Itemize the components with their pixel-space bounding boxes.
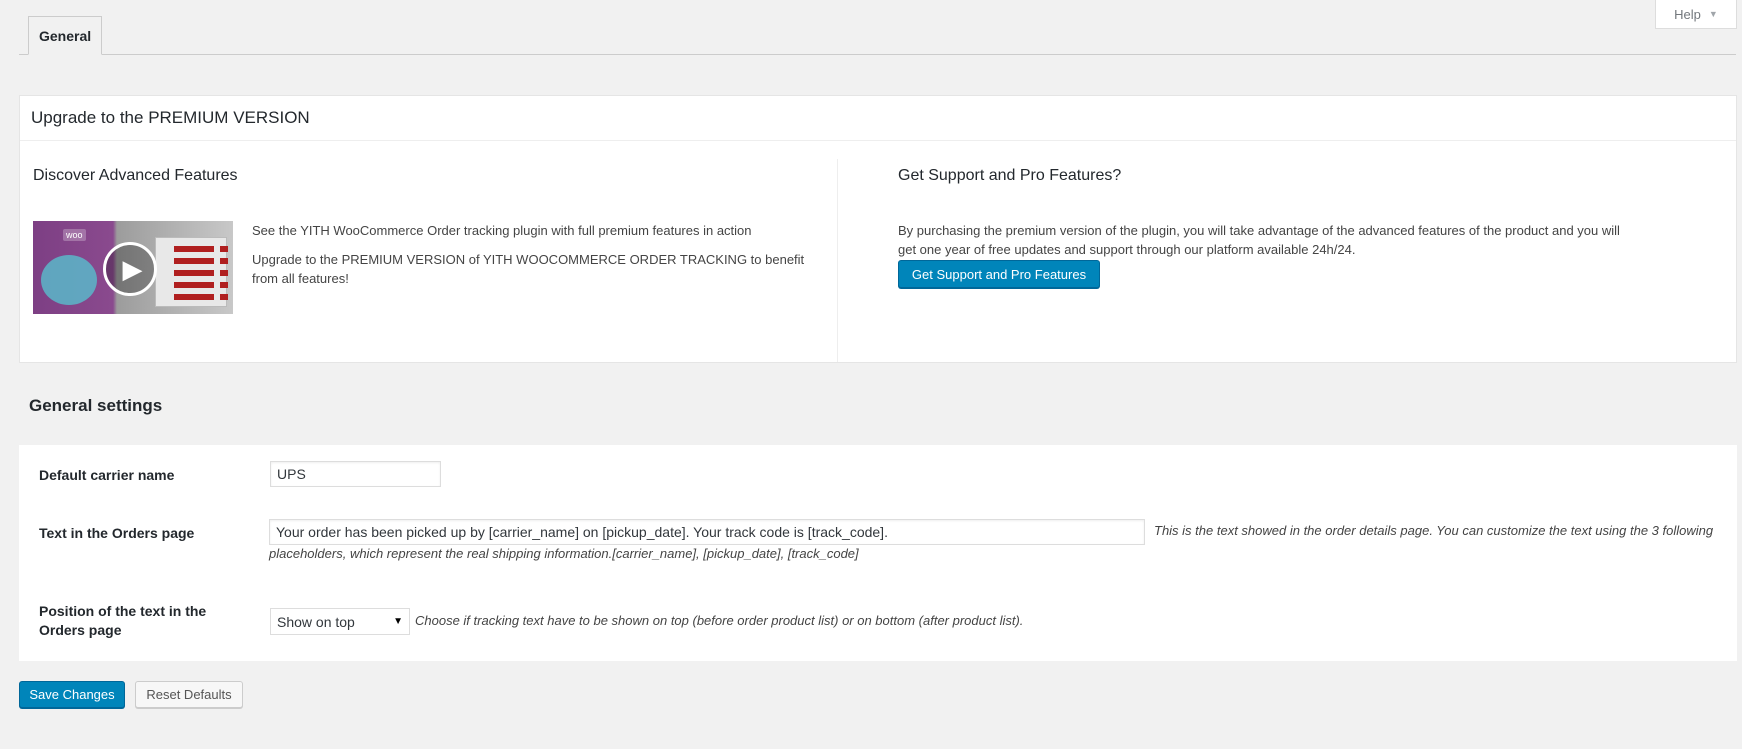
globe-illustration bbox=[41, 255, 97, 305]
woo-badge: woo bbox=[63, 229, 86, 241]
carrier-name-label: Default carrier name bbox=[39, 467, 175, 483]
support-heading: Get Support and Pro Features? bbox=[898, 167, 1122, 184]
text-position-select[interactable]: Show on top ▼ bbox=[270, 608, 410, 635]
general-settings-form: Default carrier name Text in the Orders … bbox=[19, 445, 1737, 661]
save-changes-button[interactable]: Save Changes bbox=[19, 681, 125, 708]
premium-upgrade-box: Upgrade to the PREMIUM VERSION Discover … bbox=[19, 95, 1737, 363]
features-description: See the YITH WooCommerce Order tracking … bbox=[252, 221, 812, 298]
video-thumbnail[interactable]: woo ▶ bbox=[33, 221, 233, 314]
video-caption: See the YITH WooCommerce Order tracking … bbox=[252, 223, 752, 238]
carrier-name-input[interactable] bbox=[270, 461, 441, 487]
orders-text-label: Text in the Orders page bbox=[39, 525, 195, 541]
premium-title: Upgrade to the PREMIUM VERSION bbox=[20, 96, 1736, 141]
support-description: By purchasing the premium version of the… bbox=[898, 223, 1620, 257]
features-heading: Discover Advanced Features bbox=[33, 167, 238, 184]
text-position-selected: Show on top bbox=[277, 613, 355, 630]
tab-general[interactable]: General bbox=[28, 16, 103, 55]
get-support-button[interactable]: Get Support and Pro Features bbox=[898, 260, 1100, 288]
play-icon[interactable]: ▶ bbox=[103, 242, 157, 296]
premium-features-column: Discover Advanced Features woo ▶ See the… bbox=[20, 159, 838, 362]
dropdown-arrow-icon: ▼ bbox=[393, 616, 403, 627]
reset-defaults-button[interactable]: Reset Defaults bbox=[135, 681, 243, 708]
nav-tab-bar: General bbox=[19, 16, 1736, 55]
upgrade-text: Upgrade to the PREMIUM VERSION of YITH W… bbox=[252, 252, 805, 286]
text-position-label: Position of the text in the Orders page bbox=[39, 603, 207, 638]
premium-support-column: Get Support and Pro Features? By purchas… bbox=[838, 159, 1736, 362]
general-settings-heading: General settings bbox=[29, 396, 163, 415]
text-position-description: Choose if tracking text have to be shown… bbox=[415, 613, 1024, 628]
screen-illustration bbox=[155, 237, 228, 307]
settings-page: Help ▼ General Upgrade to the PREMIUM VE… bbox=[0, 0, 1742, 749]
orders-text-description: This is the text showed in the order det… bbox=[269, 523, 1714, 561]
